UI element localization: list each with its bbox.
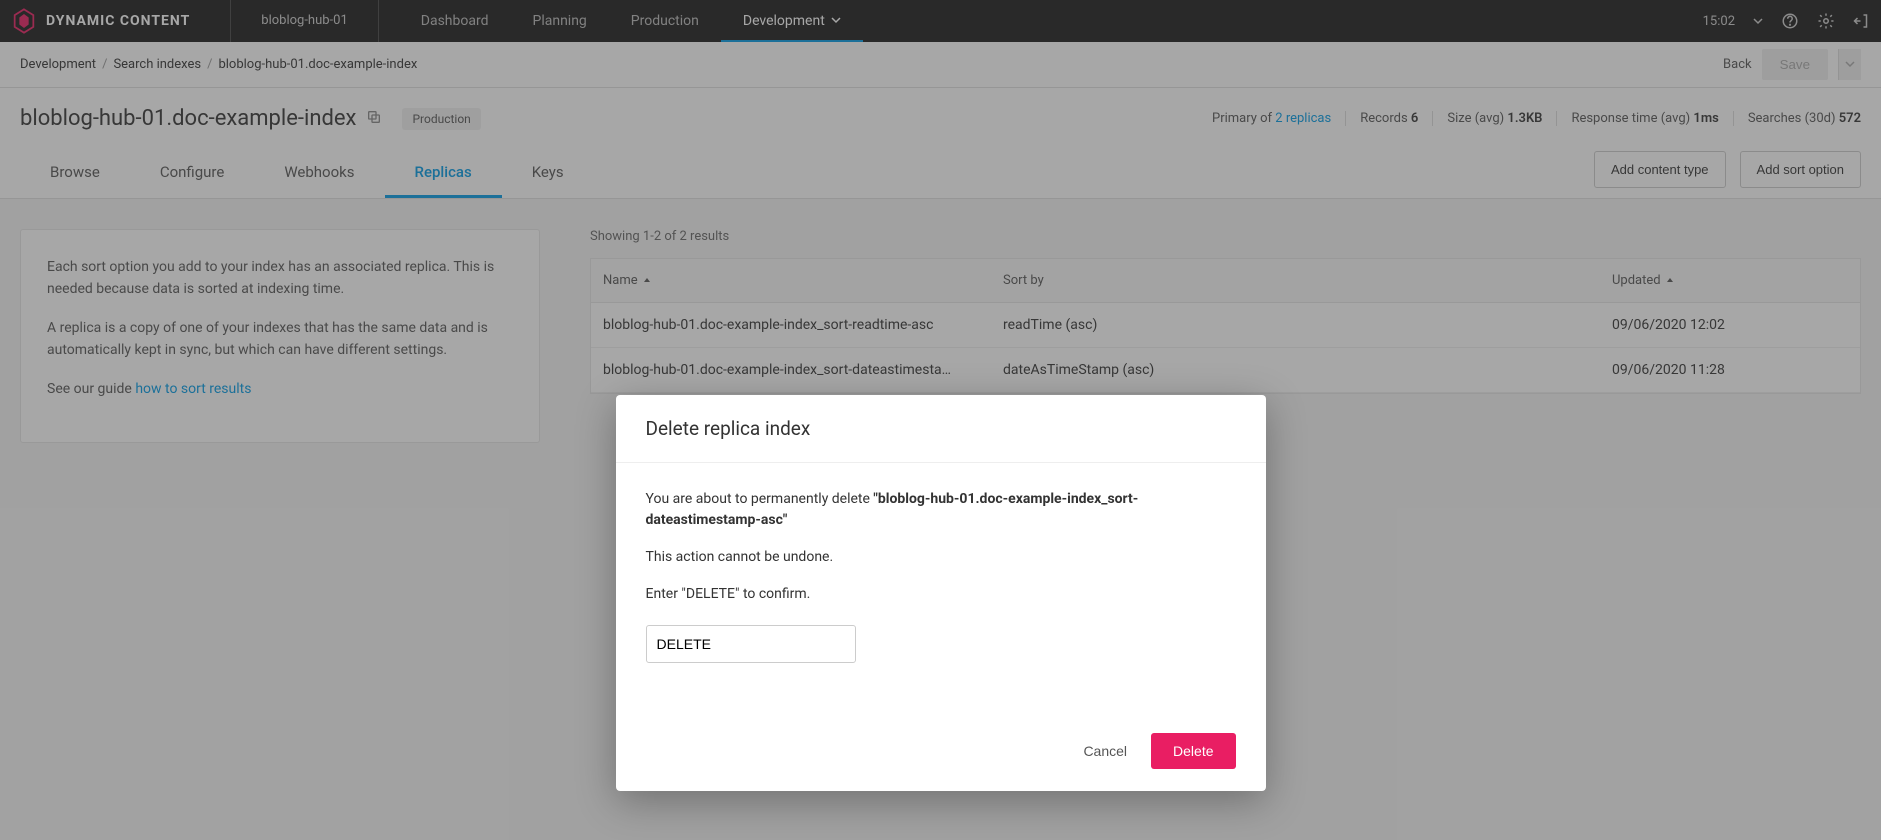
modal-overlay[interactable]: Delete replica index You are about to pe… — [0, 0, 1881, 840]
modal-confirm-label: Enter "DELETE" to confirm. — [646, 584, 1236, 605]
modal-lead: You are about to permanently delete — [646, 491, 874, 507]
modal-title: Delete replica index — [616, 395, 1266, 463]
modal-warning: This action cannot be undone. — [646, 547, 1236, 568]
delete-replica-modal: Delete replica index You are about to pe… — [616, 395, 1266, 791]
delete-confirm-input[interactable] — [646, 625, 856, 663]
cancel-button[interactable]: Cancel — [1083, 743, 1127, 759]
delete-button[interactable]: Delete — [1151, 733, 1235, 769]
